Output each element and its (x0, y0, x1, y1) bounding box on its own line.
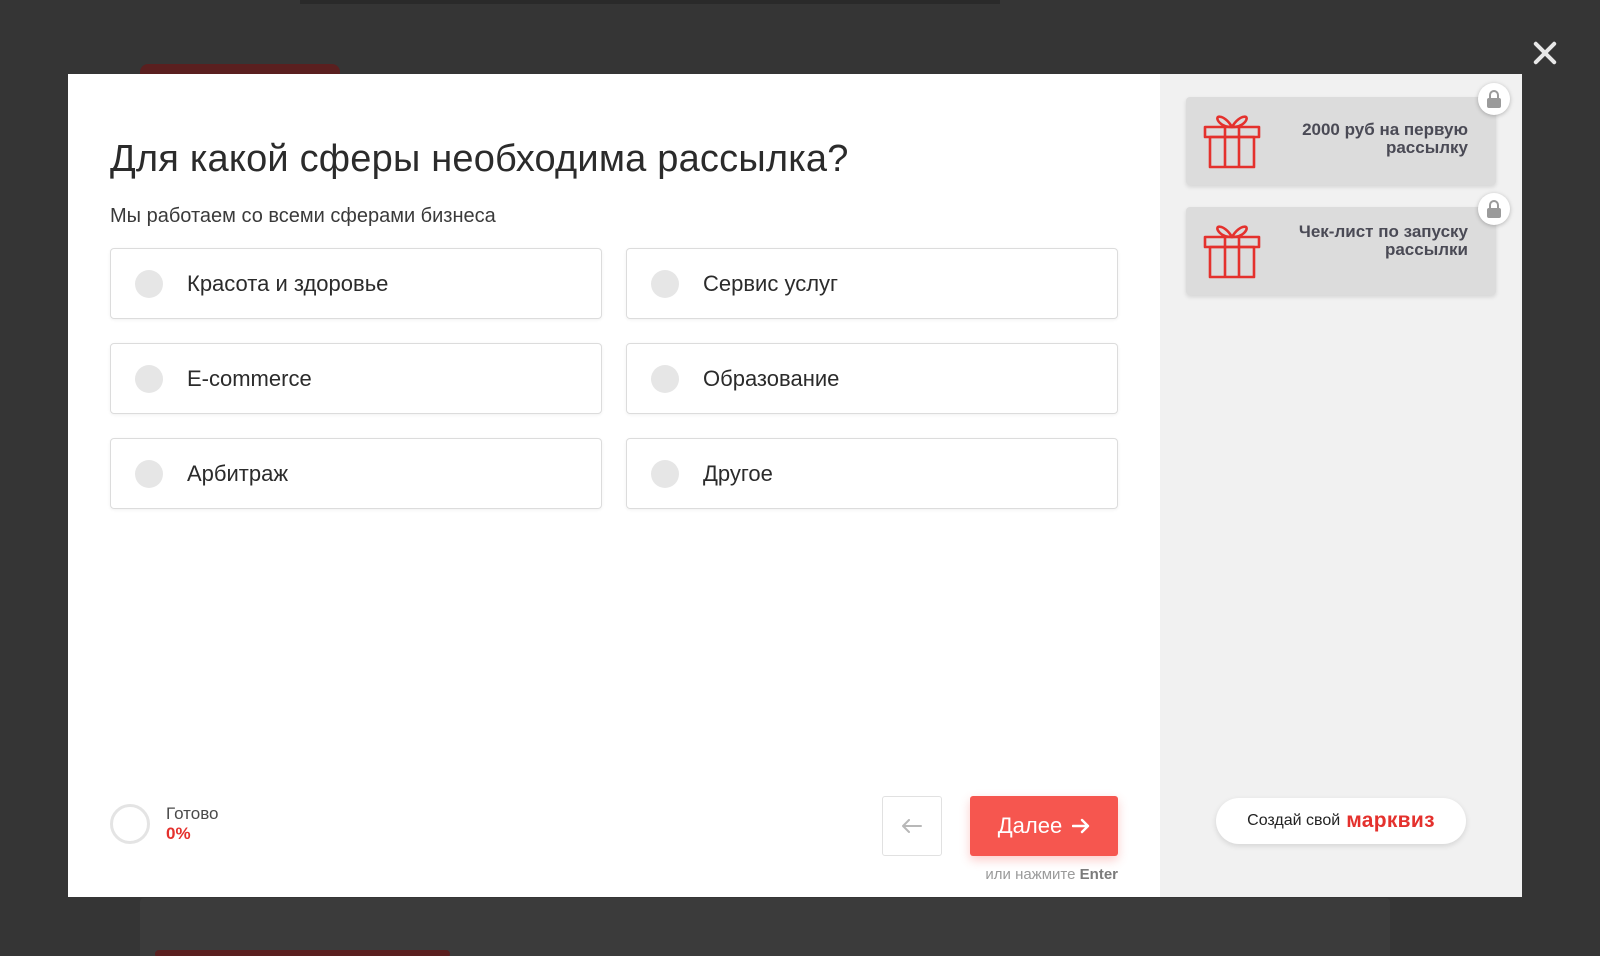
bonus-sidebar: 2000 руб на первую рассылку Чек-лист по … (1160, 74, 1522, 897)
next-button-label: Далее (997, 813, 1063, 838)
option-education[interactable]: Образование (626, 343, 1118, 414)
close-icon[interactable] (1530, 38, 1560, 68)
create-your-quiz-button[interactable]: Создай свой марквиз (1216, 798, 1466, 844)
background-page-card (140, 898, 1390, 956)
option-label: Образование (703, 365, 840, 391)
enter-hint: или нажмите Enter (968, 866, 1118, 883)
option-beauty-health[interactable]: Красота и здоровье (110, 248, 602, 319)
option-label: Другое (703, 460, 773, 486)
option-label: Красота и здоровье (187, 270, 389, 296)
progress-ring (110, 804, 150, 844)
option-services[interactable]: Сервис услуг (626, 248, 1118, 319)
progress-label: Готово (166, 804, 219, 823)
background-page-heading (300, 0, 1000, 4)
radio-button[interactable] (651, 459, 679, 488)
gift-icon (1203, 115, 1261, 169)
background-page-bar (155, 950, 450, 956)
gift-card-discount[interactable]: 2000 руб на первую рассылку (1186, 83, 1510, 185)
option-label: E-commerce (187, 365, 312, 391)
option-other[interactable]: Другое (626, 438, 1118, 509)
hint-prefix: или нажмите (985, 866, 1076, 883)
gift-text: 2000 руб на первую рассылку (1302, 120, 1468, 157)
lock-icon (1478, 83, 1510, 115)
answer-options: Красота и здоровье Сервис услуг E-commer… (110, 248, 1118, 509)
quiz-main: Для какой сферы необходима рассылка? Мы … (68, 74, 1160, 897)
next-button[interactable]: Далее (970, 796, 1118, 856)
radio-button[interactable] (135, 364, 163, 393)
option-ecommerce[interactable]: E-commerce (110, 343, 602, 414)
progress-value: 0% (166, 824, 191, 843)
question-subtitle: Мы работаем со всеми сферами бизнеса (110, 205, 496, 227)
arrow-right-icon (1072, 818, 1090, 834)
gift-card-checklist[interactable]: Чек-лист по запуску рассылки (1186, 193, 1510, 295)
question-title: Для какой сферы необходима рассылка? (110, 138, 849, 180)
gift-text: Чек-лист по запуску рассылки (1298, 222, 1468, 259)
radio-button[interactable] (651, 364, 679, 393)
brand-prefix: Создай свой (1247, 812, 1341, 829)
back-button[interactable] (882, 796, 942, 856)
quiz-modal: Для какой сферы необходима рассылка? Мы … (68, 74, 1522, 897)
radio-button[interactable] (651, 269, 679, 298)
brand-logo: марквиз (1346, 809, 1435, 832)
option-arbitrage[interactable]: Арбитраж (110, 438, 602, 509)
arrow-left-icon (902, 819, 922, 833)
gift-icon (1203, 225, 1261, 279)
hint-key: Enter (1079, 866, 1118, 883)
progress-indicator: Готово 0% (110, 804, 219, 844)
radio-button[interactable] (135, 459, 163, 488)
option-label: Сервис услуг (703, 270, 839, 296)
option-label: Арбитраж (187, 460, 289, 486)
lock-icon (1478, 193, 1510, 225)
radio-button[interactable] (135, 269, 163, 298)
